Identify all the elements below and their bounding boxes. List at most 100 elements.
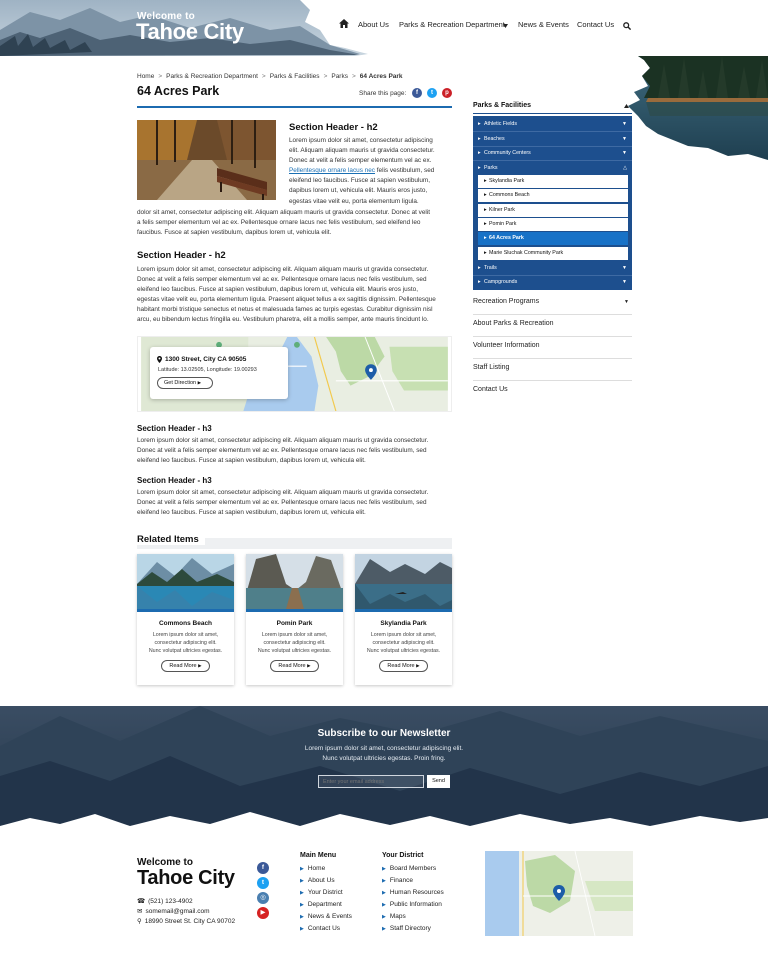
logo-city-name[interactable]: Tahoe City	[136, 19, 244, 45]
sidebar-link-contact-us[interactable]: Contact Us	[473, 381, 632, 403]
card-description-line: consectetur adipiscing elit.	[372, 640, 435, 647]
breadcrumb-home[interactable]: Home	[137, 73, 154, 80]
sidebar-separator	[473, 146, 632, 147]
chevron-down-icon[interactable]	[503, 24, 508, 28]
footer-link-public-information[interactable]: ▶ Public Information	[382, 901, 442, 908]
footer-link-maps[interactable]: ▶ Maps	[382, 913, 406, 920]
get-direction-button[interactable]: Get Direction ▶	[157, 377, 213, 389]
breadcrumb-current: 64 Acres Park	[359, 73, 403, 80]
sidebar-subitem-64-acres-park[interactable]: ▸ 64 Acres Park	[478, 232, 628, 245]
chevron-down-icon[interactable]: ▼	[622, 136, 627, 142]
related-card[interactable]: Commons Beach Lorem ipsum dolor sit amet…	[137, 554, 234, 685]
sidebar-item-parks[interactable]: ▸ Parks △	[473, 165, 632, 171]
search-icon[interactable]	[623, 22, 631, 30]
chevron-down-icon[interactable]: ▼	[622, 121, 627, 127]
read-more-button[interactable]: Read More ▶	[270, 660, 319, 672]
card-title: Commons Beach	[158, 620, 213, 627]
footer-phone[interactable]: ☎ (521) 123-4902	[137, 897, 193, 905]
breadcrumb-separator: >	[351, 73, 356, 80]
footer-email[interactable]: ✉ somemail@gmail.com	[137, 907, 209, 915]
skylandia-park-photo	[355, 554, 452, 609]
card-title: Pomin Park	[276, 620, 313, 627]
footer-link-about-us[interactable]: ▶ About Us	[300, 877, 335, 884]
chevron-down-icon[interactable]: ▼	[624, 293, 629, 311]
sidebar-title[interactable]: Parks & Facilities	[473, 102, 531, 109]
breadcrumb-parks-recreation[interactable]: Parks & Recreation Department	[166, 73, 258, 80]
sidebar-item-athletic-fields[interactable]: ▸ Athletic Fields ▼	[473, 121, 632, 127]
paragraph-line: Donec at velit a felis semper elementum …	[137, 276, 427, 284]
sidebar-subitem-skylandia-park[interactable]: ▸ Skylandia Park	[478, 175, 628, 188]
paragraph-line: a felis semper elementum vel ac ex. Pell…	[137, 219, 421, 227]
chevron-down-icon[interactable]: ▼	[622, 279, 627, 285]
facebook-icon[interactable]: f	[412, 88, 422, 98]
paragraph-line: eleifend leo faucibus. Fusce at sapien v…	[289, 177, 431, 185]
footer-link-label: Staff Directory	[389, 925, 431, 932]
sidebar-subitem-marie-sluchak-park[interactable]: ▸ Marie Sluchak Community Park	[478, 247, 628, 260]
footer-link-contact-us[interactable]: ▶ Contact Us	[300, 925, 340, 932]
caret-right-icon: ▶	[300, 914, 304, 920]
newsletter-send-button[interactable]: Send	[427, 775, 450, 788]
breadcrumb-parks[interactable]: Parks	[331, 73, 348, 80]
caret-right-icon: ▶	[300, 878, 304, 884]
card-description: Lorem ipsum dolor sit amet, consectetur …	[250, 631, 339, 656]
section-heading: Section Header - h3	[137, 476, 212, 485]
sidebar-item-campgrounds[interactable]: ▸ Campgrounds ▼	[473, 279, 632, 285]
sidebar-item-label: Trails	[484, 265, 497, 271]
paragraph-line: Donec at velit a felis semper elementum …	[289, 157, 432, 165]
paragraph-line: egestas vitae velit eu, porta elementum …	[289, 197, 419, 205]
footer-link-staff-directory[interactable]: ▶ Staff Directory	[382, 925, 431, 932]
sidebar-link-about-parks[interactable]: About Parks & Recreation	[473, 315, 632, 337]
page-title: 64 Acres Park	[137, 84, 220, 98]
sidebar-item-beaches[interactable]: ▸ Beaches ▼	[473, 136, 632, 142]
breadcrumb-parks-facilities[interactable]: Parks & Facilities	[270, 73, 320, 80]
caret-right-icon: ▶	[197, 380, 202, 385]
sidebar-subitem-kilner-park[interactable]: ▸ Kilner Park	[478, 204, 628, 217]
sidebar-item-community-centers[interactable]: ▸ Community Centers ▼	[473, 150, 632, 156]
chevron-down-icon[interactable]: ▼	[622, 265, 627, 271]
sidebar-link-recreation-programs[interactable]: Recreation Programs ▼	[473, 293, 632, 315]
newsletter-email-input[interactable]	[318, 775, 424, 788]
pinterest-icon[interactable]: p	[442, 88, 452, 98]
twitter-icon[interactable]: t	[257, 877, 269, 889]
card-accent-bar	[137, 609, 234, 612]
section-paragraph: Lorem ipsum dolor sit amet, consectetur …	[137, 265, 457, 326]
twitter-icon[interactable]: t	[427, 88, 437, 98]
sidebar-item-label: Beaches	[484, 136, 505, 142]
sidebar-link-staff-listing[interactable]: Staff Listing	[473, 359, 632, 381]
facebook-icon[interactable]: f	[257, 862, 269, 874]
nav-parks-recreation[interactable]: Parks & Recreation Department	[399, 20, 505, 29]
section-heading: Section Header - h2	[137, 250, 226, 261]
paragraph-line: eleifend leo faucibus. Fusce at sapien v…	[137, 457, 366, 465]
instagram-icon[interactable]: ◎	[257, 892, 269, 904]
related-card[interactable]: Pomin Park Lorem ipsum dolor sit amet, c…	[246, 554, 343, 685]
related-card[interactable]: Skylandia Park Lorem ipsum dolor sit ame…	[355, 554, 452, 685]
inline-link[interactable]: Pellentesque ornare lacus nec	[289, 167, 375, 174]
chevron-up-icon[interactable]: △	[623, 165, 627, 171]
footer-link-finance[interactable]: ▶ Finance	[382, 877, 413, 884]
read-more-button[interactable]: Read More ▶	[379, 660, 428, 672]
footer-link-department[interactable]: ▶ Department	[300, 901, 342, 908]
youtube-icon[interactable]: ▶	[257, 907, 269, 919]
footer-link-home[interactable]: ▶ Home	[300, 865, 325, 872]
footer-link-board-members[interactable]: ▶ Board Members	[382, 865, 436, 872]
sidebar-subitem-commons-beach[interactable]: ▸ Commons Beach	[478, 189, 628, 202]
footer-link-news-events[interactable]: ▶ News & Events	[300, 913, 352, 920]
sidebar-subitem-label: Pomin Park	[489, 221, 517, 227]
home-icon[interactable]	[339, 19, 349, 28]
footer-city-name: Tahoe City	[137, 867, 235, 889]
sidebar-link-volunteer[interactable]: Volunteer Information	[473, 337, 632, 359]
card-description-line: Nunc volutpat ultricies egestas.	[366, 648, 441, 655]
nav-news-events[interactable]: News & Events	[518, 20, 569, 29]
footer-link-your-district[interactable]: ▶ Your District	[300, 889, 343, 896]
chevron-down-icon[interactable]: ▼	[622, 150, 627, 156]
sidebar-item-trails[interactable]: ▸ Trails ▼	[473, 265, 632, 271]
nav-about-us[interactable]: About Us	[358, 20, 389, 29]
footer-location-map[interactable]	[485, 851, 633, 936]
caret-right-icon: ▸	[478, 265, 481, 271]
read-more-button[interactable]: Read More ▶	[161, 660, 210, 672]
section-paragraph: Lorem ipsum dolor sit amet, consectetur …	[137, 436, 457, 466]
sidebar-subitem-pomin-park[interactable]: ▸ Pomin Park	[478, 218, 628, 231]
footer-link-human-resources[interactable]: ▶ Human Resources	[382, 889, 444, 896]
chevron-up-icon[interactable]	[624, 104, 629, 108]
nav-contact-us[interactable]: Contact Us	[577, 20, 614, 29]
